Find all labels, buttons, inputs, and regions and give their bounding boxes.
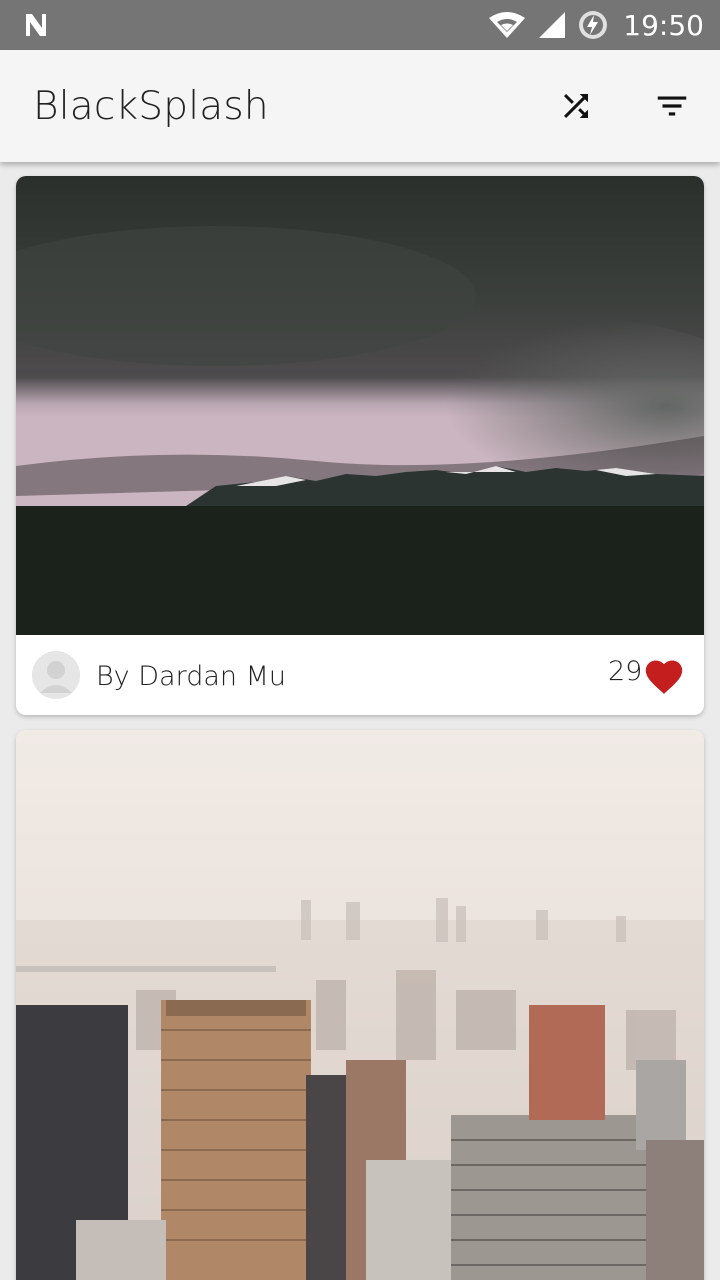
avatar-placeholder-icon [32, 651, 80, 699]
n-logo-icon [26, 14, 46, 36]
photo-card-footer: By Dardan Mu 29 [16, 635, 704, 715]
photo-feed[interactable]: By Dardan Mu 29 [0, 162, 720, 1280]
app-bar: BlackSplash [0, 50, 720, 162]
filter-list-icon [657, 96, 687, 116]
author-name[interactable]: By Dardan Mu [96, 661, 286, 692]
filter-button[interactable] [652, 86, 692, 126]
photo-image[interactable] [16, 730, 704, 1280]
status-time: 19:50 [623, 8, 704, 42]
shuffle-button[interactable] [556, 86, 596, 126]
like-count: 29 [608, 656, 643, 687]
shuffle-icon [564, 94, 588, 118]
wifi-icon [489, 12, 526, 38]
battery-charging-icon [579, 11, 608, 39]
avatar[interactable] [32, 651, 80, 699]
heart-icon[interactable] [642, 655, 686, 695]
photo-card[interactable] [16, 730, 704, 1280]
status-icons: 19:50 [487, 0, 704, 50]
photo-card[interactable]: By Dardan Mu 29 [16, 176, 704, 715]
signal-icon [539, 12, 566, 38]
app-title: BlackSplash [33, 84, 269, 129]
photo-image[interactable] [16, 176, 704, 635]
status-bar: 19:50 [0, 0, 720, 50]
